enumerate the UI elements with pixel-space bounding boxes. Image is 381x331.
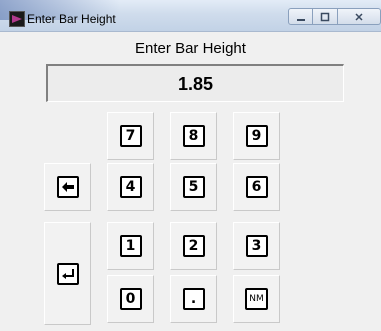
key-1-label: 1 xyxy=(119,235,142,257)
value-display: 1.85 xyxy=(46,64,344,102)
left-arrow-icon xyxy=(56,176,79,198)
key-2-label: 2 xyxy=(182,235,205,257)
key-5-label: 5 xyxy=(182,176,205,198)
minimize-icon xyxy=(296,18,305,21)
dialog-heading: Enter Bar Height xyxy=(135,40,246,57)
key-8-label: 8 xyxy=(182,125,205,147)
key-8[interactable]: 8 xyxy=(170,112,217,160)
key-1[interactable]: 1 xyxy=(107,222,154,270)
title-bar[interactable]: Enter Bar Height xyxy=(0,0,381,32)
close-icon xyxy=(355,12,363,21)
key-6-label: 6 xyxy=(245,176,268,198)
key-7-label: 7 xyxy=(119,125,142,147)
key-4-label: 4 xyxy=(119,176,142,198)
key-5[interactable]: 5 xyxy=(170,163,217,211)
maximize-icon xyxy=(320,12,330,21)
enter-return-icon xyxy=(56,262,79,285)
backspace-button[interactable] xyxy=(44,163,91,211)
key-3[interactable]: 3 xyxy=(233,222,280,270)
key-3-label: 3 xyxy=(245,235,268,257)
key-2[interactable]: 2 xyxy=(170,222,217,270)
key-4[interactable]: 4 xyxy=(107,163,154,211)
key-decimal-point-label: . xyxy=(182,288,205,310)
key-9[interactable]: 9 xyxy=(233,112,280,160)
window-controls xyxy=(288,8,381,25)
close-button[interactable] xyxy=(338,8,381,25)
window-title: Enter Bar Height xyxy=(27,12,116,26)
key-decimal-point[interactable]: . xyxy=(170,275,217,323)
key-7[interactable]: 7 xyxy=(107,112,154,160)
key-6[interactable]: 6 xyxy=(233,163,280,211)
key-0[interactable]: 0 xyxy=(107,275,154,323)
maximize-button[interactable] xyxy=(313,8,338,25)
minimize-button[interactable] xyxy=(288,8,313,25)
key-nm[interactable]: NM xyxy=(233,275,280,323)
key-0-label: 0 xyxy=(119,288,142,310)
key-9-label: 9 xyxy=(245,125,268,147)
key-nm-label: NM xyxy=(245,288,268,310)
app-icon[interactable] xyxy=(9,11,25,27)
enter-button[interactable] xyxy=(44,222,91,325)
